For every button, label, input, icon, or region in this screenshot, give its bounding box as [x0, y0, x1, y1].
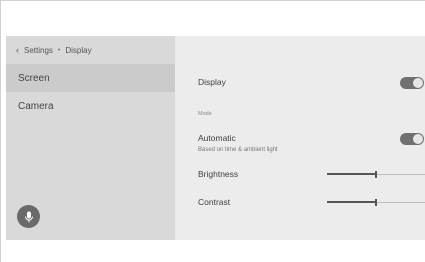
- breadcrumb-separator: •: [57, 46, 61, 54]
- main-panel: Display Mode Automatic Based on time & a…: [175, 36, 425, 240]
- display-settings-screen: ‹ Settings • Display Screen Camera Displ…: [6, 36, 425, 240]
- slider-fill: [327, 173, 376, 175]
- toggle-knob: [413, 78, 423, 88]
- automatic-label: Automatic: [198, 133, 236, 143]
- toggle-knob: [413, 134, 423, 144]
- automatic-toggle[interactable]: [400, 133, 424, 145]
- brightness-label: Brightness: [198, 169, 239, 179]
- slider-fill: [327, 201, 376, 203]
- breadcrumb: ‹ Settings • Display: [16, 43, 92, 57]
- chevron-left-icon[interactable]: ‹: [16, 45, 19, 55]
- section-mode-label: Mode: [198, 111, 212, 117]
- slider-thumb[interactable]: [375, 199, 377, 206]
- display-toggle[interactable]: [400, 77, 424, 89]
- sidebar: ‹ Settings • Display Screen Camera: [6, 36, 175, 240]
- brightness-slider[interactable]: [327, 171, 425, 179]
- slider-thumb[interactable]: [375, 171, 377, 178]
- display-label: Display: [198, 77, 226, 87]
- voice-button[interactable]: [17, 205, 40, 228]
- breadcrumb-current: Display: [65, 45, 92, 55]
- automatic-sublabel: Based on time & ambient light: [198, 147, 278, 153]
- contrast-slider[interactable]: [327, 199, 425, 207]
- contrast-label: Contrast: [198, 197, 231, 207]
- breadcrumb-parent[interactable]: Settings: [24, 46, 53, 55]
- sidebar-item-camera[interactable]: Camera: [6, 92, 175, 120]
- frame-top-edge: [0, 0, 425, 1]
- frame-left-edge: [0, 0, 1, 262]
- sidebar-item-label: Camera: [18, 100, 54, 112]
- microphone-icon: [24, 211, 33, 222]
- sidebar-item-screen[interactable]: Screen: [6, 64, 175, 92]
- sidebar-item-label: Screen: [18, 72, 50, 84]
